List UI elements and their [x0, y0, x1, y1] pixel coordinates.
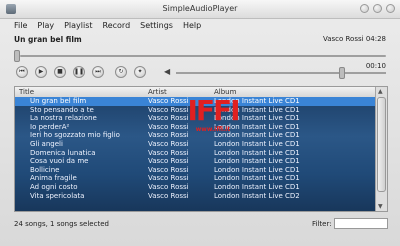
table-row[interactable]: Domenica lunatica Vasco Rossi London Insta…	[15, 149, 377, 158]
cell-artist: Vasco Rossi	[148, 114, 189, 123]
playlist-scrollbar[interactable]: ▲ ▼	[375, 87, 387, 211]
scrollbar-thumb[interactable]	[377, 97, 386, 192]
cell-album: London Instant Live CD1	[214, 122, 300, 131]
close-button[interactable]	[386, 4, 395, 13]
cell-artist: Vasco Rossi	[148, 191, 189, 200]
table-row[interactable]: Io perderÃ² Vasco Rossi London Instant Liv…	[15, 123, 377, 132]
cell-title: Domenica lunatica	[30, 148, 96, 157]
cell-title: Anima fragile	[30, 174, 77, 183]
seek-track	[20, 55, 386, 57]
table-row[interactable]: Un gran bel film Vasco Rossi London Instan…	[15, 97, 377, 106]
scroll-down-icon[interactable]: ▼	[378, 203, 383, 210]
column-album[interactable]: Album	[214, 88, 236, 96]
cell-title: Cosa vuoi da me	[30, 157, 89, 166]
cell-title: La nostra relazione	[30, 114, 97, 123]
cell-title: Bollicine	[30, 165, 60, 174]
table-row[interactable]: La nostra relazione Vasco Rossi London Ins…	[15, 114, 377, 123]
menu-record[interactable]: Record	[103, 18, 131, 34]
cell-title: Ieri ho sgozzato mio figlio	[30, 131, 120, 140]
cell-title: Un gran bel film	[30, 97, 87, 105]
cell-artist: Vasco Rossi	[148, 165, 189, 174]
now-playing: Un gran bel film Vasco Rossi 04:28	[14, 35, 386, 47]
cell-title: Io perderÃ²	[30, 122, 70, 131]
cell-album: London Instant Live CD1	[214, 97, 300, 105]
table-row[interactable]: Bollicine Vasco Rossi London Instant Live …	[15, 166, 377, 175]
status-message: 24 songs, 1 songs selected	[14, 220, 109, 228]
cell-artist: Vasco Rossi	[148, 139, 189, 148]
filter-input[interactable]	[334, 218, 388, 229]
now-playing-duration: 04:28	[365, 35, 386, 43]
table-row[interactable]: Anima fragile Vasco Rossi London Instant L…	[15, 174, 377, 183]
volume-icon: ◀	[164, 67, 171, 76]
cell-title: Vita spericolata	[30, 191, 85, 200]
next-icon[interactable]: ⏭	[92, 66, 104, 78]
transport-controls: ⏮ ▶ ■ ❚❚ ⏭ ↻ ✦ ◀	[16, 66, 386, 80]
cell-artist: Vasco Rossi	[148, 131, 189, 140]
menu-help[interactable]: Help	[183, 18, 201, 34]
menu-settings[interactable]: Settings	[140, 18, 173, 34]
previous-icon[interactable]: ⏮	[16, 66, 28, 78]
column-artist[interactable]: Artist	[148, 88, 167, 96]
cell-album: London Instant Live CD2	[214, 191, 300, 200]
cell-title: Ad ogni costo	[30, 182, 78, 191]
seek-slider[interactable]	[14, 50, 386, 62]
cell-album: London Instant Live CD1	[214, 131, 300, 140]
minimize-button[interactable]	[360, 4, 369, 13]
seek-handle[interactable]	[14, 50, 20, 62]
cell-artist: Vasco Rossi	[148, 105, 189, 114]
cell-album: London Instant Live CD1	[214, 114, 300, 123]
now-playing-meta: Vasco Rossi 04:28	[323, 35, 386, 43]
cell-album: London Instant Live CD1	[214, 174, 300, 183]
repeat-icon[interactable]: ↻	[115, 66, 127, 78]
stop-icon[interactable]: ■	[54, 66, 66, 78]
menu-file[interactable]: File	[14, 18, 27, 34]
cell-album: London Instant Live CD1	[214, 148, 300, 157]
menu-bar: File Play Playlist Record Settings Help	[0, 18, 400, 34]
column-title[interactable]: Title	[19, 88, 34, 96]
table-row[interactable]: Cosa vuoi da me Vasco Rossi London Instant…	[15, 157, 377, 166]
cell-artist: Vasco Rossi	[148, 97, 189, 105]
cell-artist: Vasco Rossi	[148, 157, 189, 166]
scroll-up-icon[interactable]: ▲	[378, 88, 383, 95]
visualizer-icon[interactable]: ✦	[134, 66, 146, 78]
table-row[interactable]: Ad ogni costo Vasco Rossi London Instant L…	[15, 183, 377, 192]
cell-album: London Instant Live CD1	[214, 157, 300, 166]
title-bar: SimpleAudioPlayer	[0, 0, 400, 19]
status-bar: 24 songs, 1 songs selected Filter:	[14, 218, 388, 230]
pause-icon[interactable]: ❚❚	[73, 66, 85, 78]
filter-label: Filter:	[312, 220, 332, 228]
cell-album: London Instant Live CD1	[214, 165, 300, 174]
table-row[interactable]: Vita spericolata Vasco Rossi London Instan…	[15, 192, 377, 201]
playlist-rows: Un gran bel film Vasco Rossi London Instan…	[15, 97, 377, 200]
table-row[interactable]: Ieri ho sgozzato mio figlio Vasco Rossi Lo…	[15, 131, 377, 140]
window-title: SimpleAudioPlayer	[162, 4, 238, 13]
cell-title: Sto pensando a te	[30, 105, 94, 114]
cell-artist: Vasco Rossi	[148, 122, 189, 131]
cell-album: London Instant Live CD1	[214, 105, 300, 114]
volume-handle[interactable]	[338, 67, 345, 79]
menu-play[interactable]: Play	[37, 18, 54, 34]
cell-artist: Vasco Rossi	[148, 174, 189, 183]
maximize-button[interactable]	[373, 4, 382, 13]
now-playing-artist: Vasco Rossi	[322, 35, 364, 43]
playlist-table[interactable]: Title Artist Album Un gran bel film Vasco…	[14, 86, 388, 212]
volume-slider[interactable]	[176, 67, 386, 79]
cell-title: Gli angeli	[30, 139, 63, 148]
table-row[interactable]: Sto pensando a te Vasco Rossi London Insta…	[15, 106, 377, 115]
play-icon[interactable]: ▶	[35, 66, 47, 78]
cell-album: London Instant Live CD1	[214, 139, 300, 148]
table-row[interactable]: Gli angeli Vasco Rossi London Instant Live…	[15, 140, 377, 149]
menu-playlist[interactable]: Playlist	[64, 18, 92, 34]
cell-artist: Vasco Rossi	[148, 182, 189, 191]
cell-album: London Instant Live CD1	[214, 182, 300, 191]
now-playing-title: Un gran bel film	[14, 35, 82, 44]
cell-artist: Vasco Rossi	[148, 148, 189, 157]
